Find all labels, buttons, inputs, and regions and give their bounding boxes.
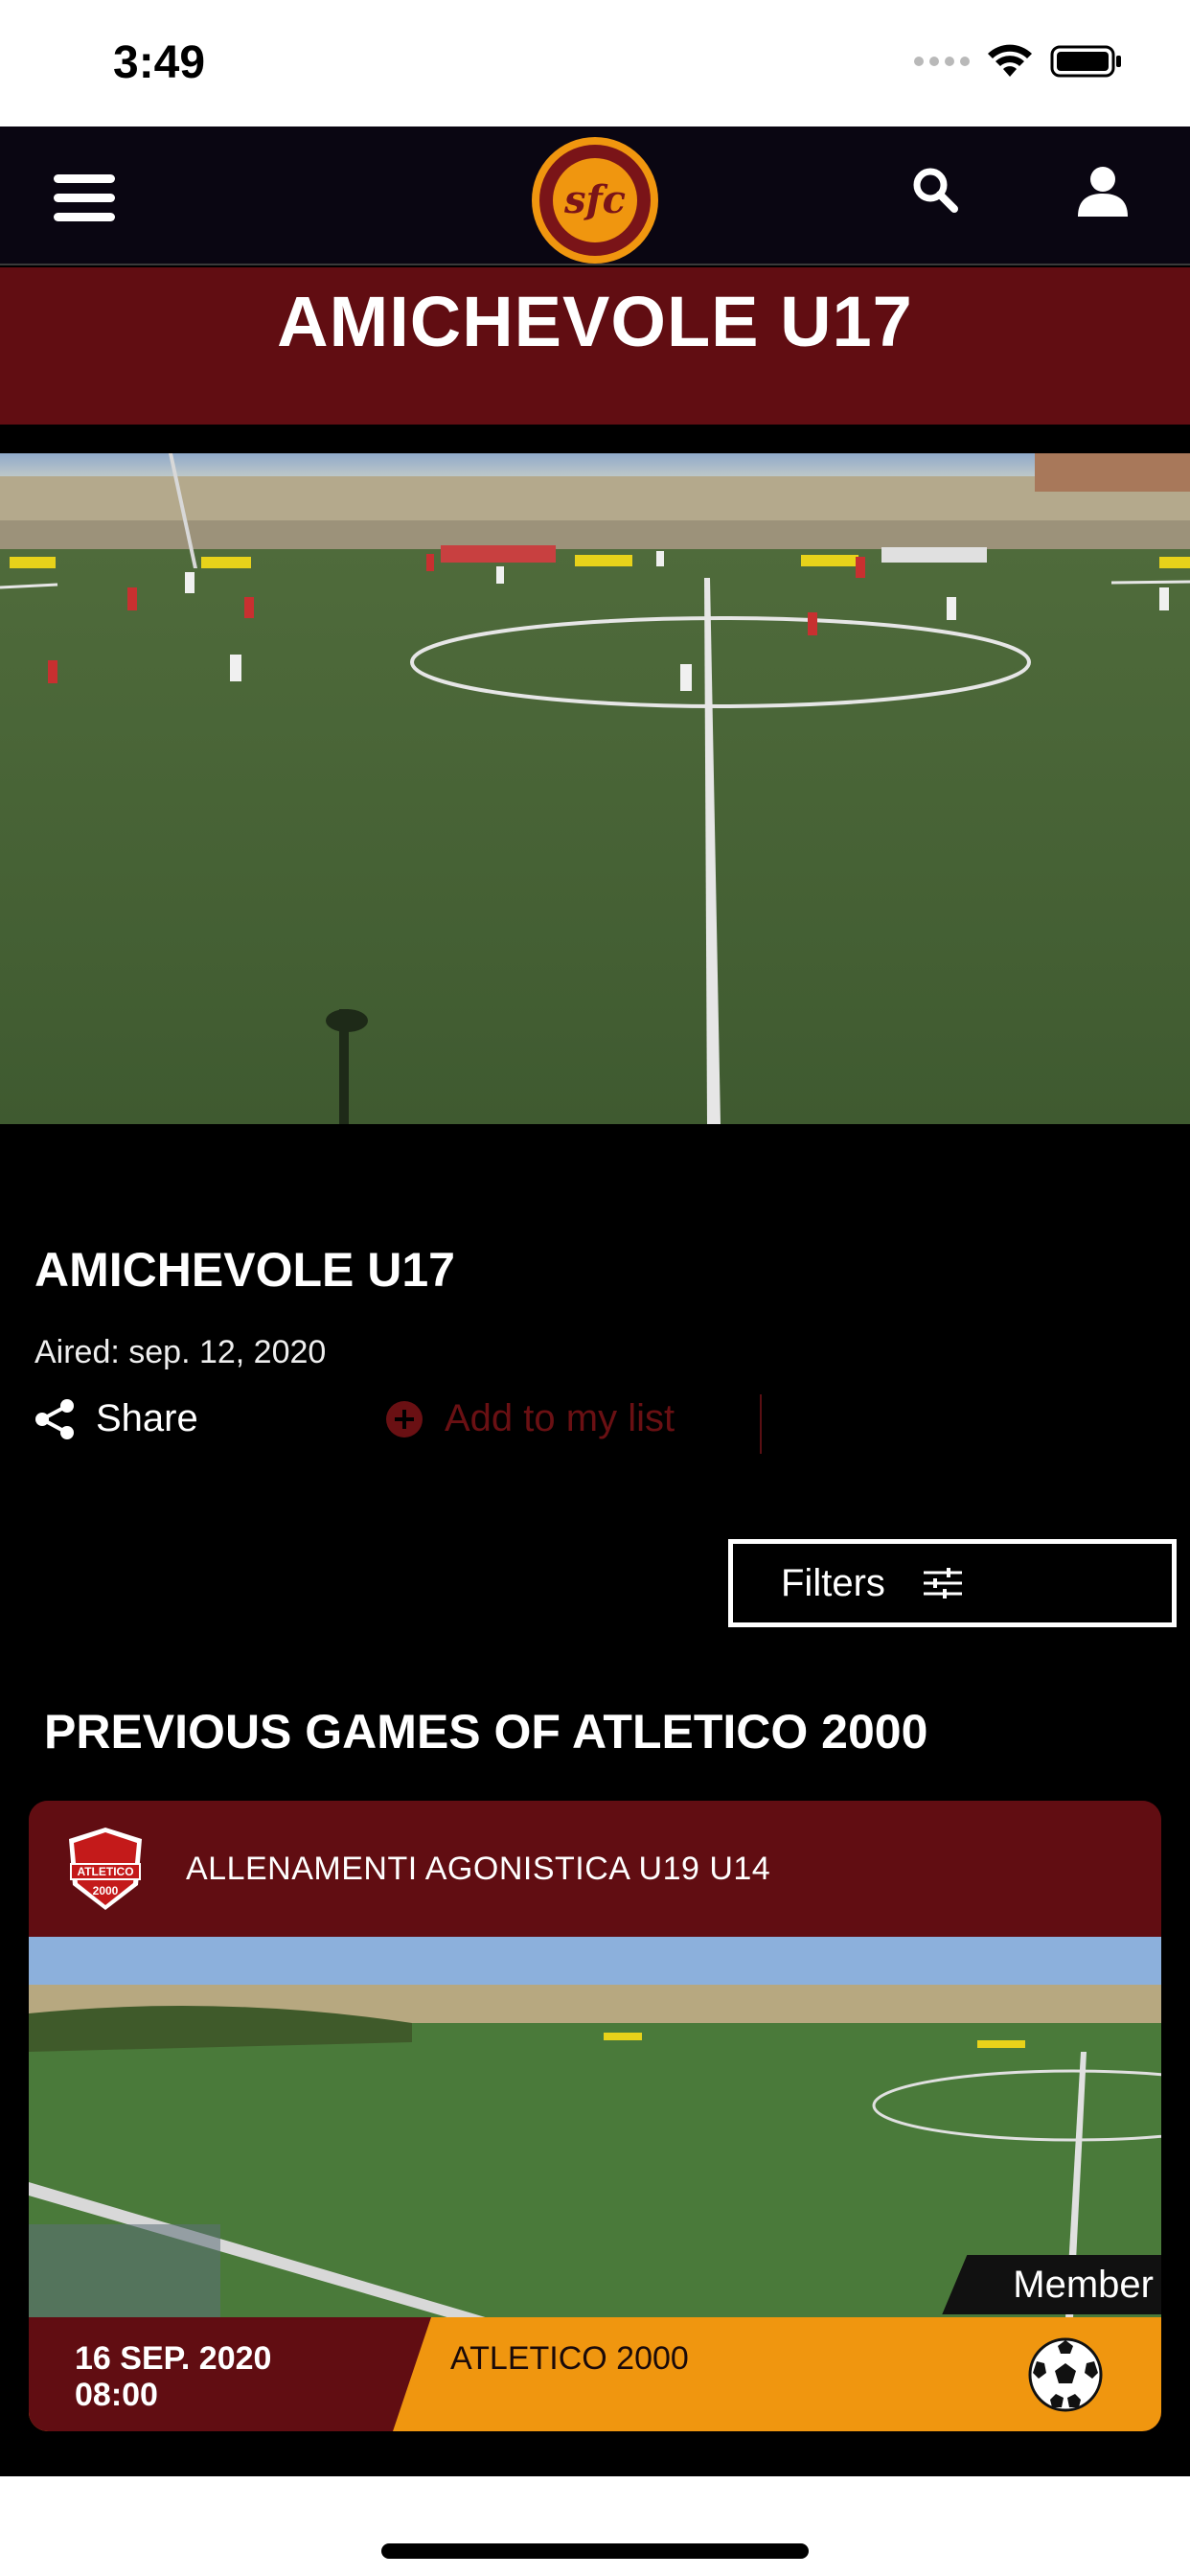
game-date: 16 SEP. 2020 <box>75 2340 272 2377</box>
page-title: AMICHEVOLE U17 <box>277 282 913 361</box>
card-title: ALLENAMENTI AGONISTICA U19 U14 <box>186 1851 771 1887</box>
bottom-safe-area <box>0 2476 1190 2576</box>
game-time: 08:00 <box>75 2377 158 2413</box>
team-badge-icon: ATLETICO 2000 <box>69 1828 142 1910</box>
home-indicator[interactable] <box>381 2543 809 2559</box>
member-label: Member <box>1013 2263 1154 2306</box>
share-icon <box>35 1398 74 1439</box>
logo-text: sfc <box>563 177 626 222</box>
add-circle-icon <box>386 1400 423 1438</box>
status-icons <box>914 44 1123 79</box>
app-header: sfc <box>0 126 1190 265</box>
wifi-icon <box>988 44 1032 77</box>
club-logo[interactable]: sfc <box>529 134 661 266</box>
battery-icon <box>1050 45 1121 78</box>
team-badge-year: 2000 <box>93 1884 119 1898</box>
add-to-list-button[interactable]: Add to my list <box>385 1397 675 1440</box>
date-block: 16 SEP. 2020 08:00 <box>29 2317 431 2431</box>
team-name: ATLETICO 2000 <box>450 2340 689 2377</box>
aired-date: Aired: sep. 12, 2020 <box>34 1334 327 1370</box>
share-button[interactable]: Share <box>34 1397 198 1440</box>
add-to-list-label: Add to my list <box>445 1397 675 1439</box>
card-footer: 16 SEP. 2020 08:00 ATLETICO 2000 <box>29 2317 1161 2431</box>
status-bar: 3:49 <box>0 0 1190 126</box>
cellular-signal-icon <box>914 57 970 66</box>
menu-icon[interactable] <box>54 174 115 222</box>
team-badge-text: ATLETICO <box>77 1865 133 1878</box>
filters-button[interactable]: Filters <box>728 1539 1177 1627</box>
user-icon[interactable] <box>1075 165 1131 218</box>
event-title: AMICHEVOLE U17 <box>34 1243 455 1297</box>
search-icon[interactable] <box>910 165 960 215</box>
soccer-ball-icon <box>1028 2337 1103 2412</box>
divider <box>760 1394 762 1454</box>
video-player[interactable] <box>0 453 1190 1124</box>
video-thumbnail <box>0 453 1190 1124</box>
card-header: ATLETICO 2000 ALLENAMENTI AGONISTICA U19… <box>29 1801 1161 1937</box>
status-time: 3:49 <box>113 37 206 88</box>
member-badge: Member <box>942 2255 1161 2314</box>
share-label: Share <box>96 1397 198 1439</box>
game-card[interactable]: ATLETICO 2000 ALLENAMENTI AGONISTICA U19… <box>29 1801 1161 2431</box>
filters-label: Filters <box>781 1561 885 1604</box>
page-title-band: AMICHEVOLE U17 <box>0 267 1190 425</box>
section-title: PREVIOUS GAMES OF ATLETICO 2000 <box>44 1705 928 1759</box>
sliders-icon <box>923 1568 962 1598</box>
